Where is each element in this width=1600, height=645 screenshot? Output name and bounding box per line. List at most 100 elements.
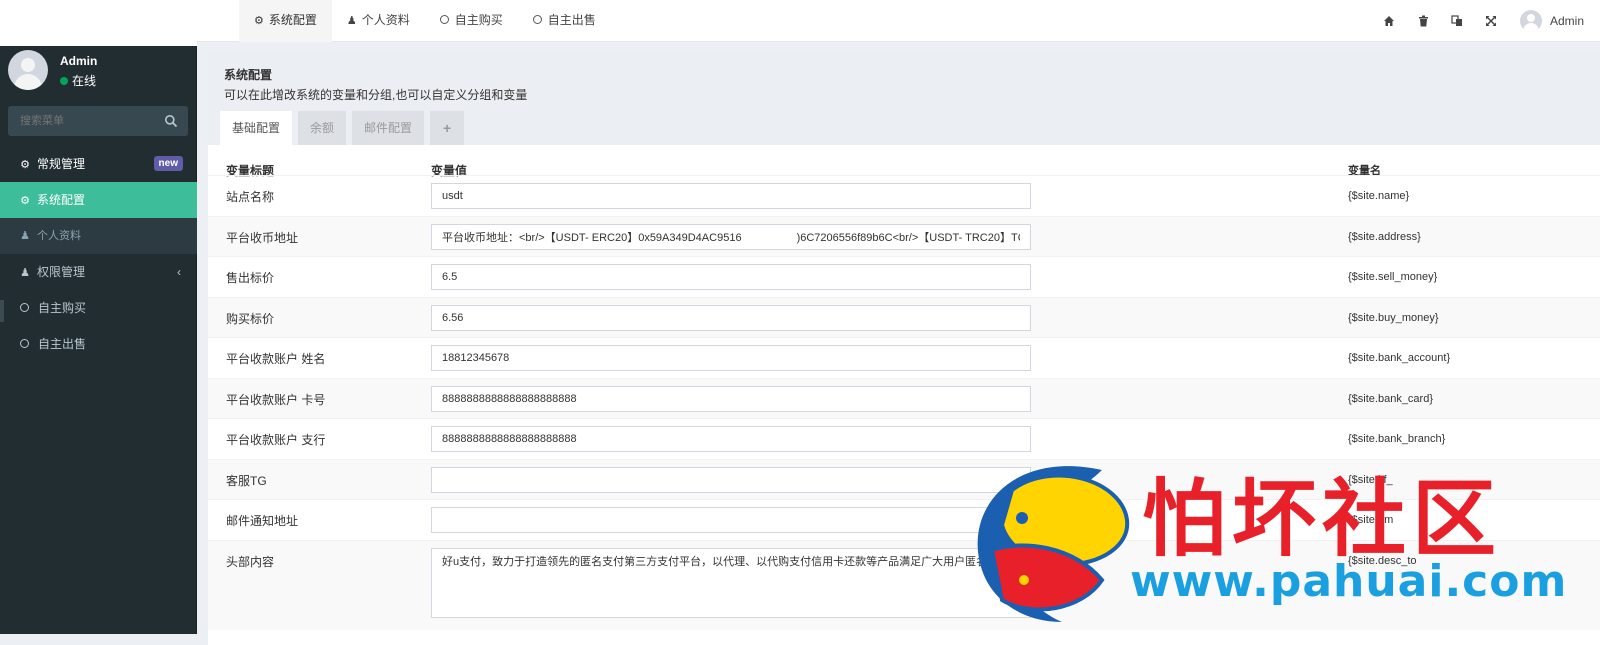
home-button[interactable] (1372, 0, 1406, 42)
row-title: 平台收币地址 (226, 230, 299, 245)
sidebar-item-label: 常规管理 (37, 157, 86, 171)
row-variable-name: {$site.name} (1348, 190, 1410, 202)
gear-icon: ⚙ (254, 15, 264, 27)
content-header: 系统配置 可以在此增改系统的变量和分组,也可以自定义分组和变量 (208, 52, 1600, 110)
navbar-user-name: Admin (1550, 14, 1585, 28)
config-table: 变量标题 变量值 变量名 站点名称 {$site.name} 平台收币地址 {$… (208, 145, 1600, 630)
tab-self-sell[interactable]: 自主出售 (518, 0, 611, 42)
page-description: 可以在此增改系统的变量和分组,也可以自定义分组和变量 (224, 88, 528, 102)
row-title: 邮件通知地址 (226, 514, 299, 528)
page-title: 系统配置 (224, 68, 273, 82)
row-title: 站点名称 (226, 190, 275, 204)
sidebar-menu: ⚙ 常规管理 new ⚙ 系统配置 ♟ 个人资料 ♟ 权限管理 ‹ 自主购买 自主出售 (0, 146, 197, 362)
expand-icon (1486, 16, 1496, 26)
trash-icon (1418, 15, 1428, 27)
tab-system-config[interactable]: ⚙ 系统配置 (239, 0, 332, 42)
sidebar-search-input[interactable] (8, 106, 158, 136)
row-title: 平台收款账户 支行 (226, 433, 326, 447)
circle-icon (532, 15, 542, 25)
table-row: 售出标价 {$site.sell_money} (208, 256, 1600, 297)
table-row: 邮件通知地址 {$site.em (208, 499, 1600, 540)
row-variable-name: {$site.bank_branch} (1348, 433, 1446, 445)
tab-balance[interactable]: 余额 (298, 111, 347, 145)
table-row: 平台收款账户 卡号 {$site.bank_card} (208, 377, 1600, 418)
sidebar-search (8, 106, 188, 136)
buy-price-input[interactable] (431, 304, 1031, 331)
user-icon: ♟ (346, 15, 357, 27)
row-title: 平台收款账户 卡号 (226, 392, 326, 407)
fullscreen-button[interactable] (1474, 0, 1508, 42)
tab-profile[interactable]: ♟ 个人资料 (332, 0, 425, 42)
user-avatar (8, 50, 48, 90)
email-notify-input[interactable] (431, 507, 1031, 533)
table-row: 平台收款账户 姓名 {$site.bank_account} (208, 337, 1600, 378)
avatar (1520, 10, 1542, 32)
user-status-text: 在线 (72, 74, 97, 88)
clear-cache-button[interactable] (1406, 0, 1440, 42)
online-dot-icon (60, 76, 68, 85)
row-title: 售出标价 (226, 271, 275, 285)
sidebar-item-profile[interactable]: ♟ 个人资料 (0, 218, 197, 254)
sidebar-item-label: 权限管理 (37, 265, 86, 279)
sidebar-item-system-config[interactable]: ⚙ 系统配置 (0, 182, 197, 218)
tab-label: 系统配置 (268, 13, 317, 27)
row-variable-name: {$site.sell_money} (1348, 271, 1438, 283)
table-row: 购买标价 {$site.buy_money} (208, 296, 1600, 337)
search-icon[interactable] (164, 114, 178, 128)
chevron-left-icon: ‹ (177, 265, 181, 279)
row-variable-name: {$site.em (1348, 514, 1394, 526)
sidebar-item-general[interactable]: ⚙ 常规管理 new (0, 146, 197, 182)
row-title: 头部内容 (226, 554, 275, 569)
language-icon (1451, 15, 1462, 26)
user-icon: ♟ (20, 230, 30, 242)
config-panel: 变量标题 变量值 变量名 站点名称 {$site.name} 平台收币地址 {$… (208, 145, 1600, 645)
users-icon: ♟ (20, 267, 30, 279)
header-content-textarea[interactable]: 好u支付，致力于打造领先的匿名支付第三方支付平台，以代理、以代购支付信用卡还款等… (431, 547, 1031, 618)
sidebar-item-self-sell[interactable]: 自主出售 (0, 326, 197, 362)
sidebar: Admin 在线 ⚙ 常规管理 new ⚙ 系统配置 ♟ 个人资料 ♟ 权限管理 ‹ 自… (0, 0, 197, 634)
sidebar-resize-handle[interactable] (0, 300, 4, 322)
sidebar-item-label: 系统配置 (37, 193, 86, 207)
table-header-row: 变量标题 变量值 变量名 (208, 145, 1600, 178)
site-name-input[interactable] (431, 183, 1031, 209)
tab-label: 自主出售 (547, 13, 596, 27)
translate-button[interactable] (1440, 0, 1474, 42)
add-group-button[interactable]: + (430, 111, 465, 145)
new-badge: new (153, 156, 183, 171)
row-variable-name: {$site.address} (1348, 230, 1421, 243)
sidebar-item-label: 自主出售 (38, 337, 87, 351)
sidebar-item-self-buy[interactable]: 自主购买 (0, 290, 197, 326)
bank-card-input[interactable] (431, 385, 1031, 412)
table-row: 客服TG {$site.kf_ (208, 458, 1600, 499)
sell-price-input[interactable] (431, 264, 1031, 290)
page-tabs: ⚙ 系统配置 ♟ 个人资料 自主购买 自主出售 (239, 0, 611, 42)
circle-icon (20, 303, 29, 313)
navbar-user-menu[interactable]: Admin (1508, 10, 1600, 32)
row-variable-name: {$site.desc_to (1348, 554, 1417, 567)
user-name: Admin (60, 54, 98, 68)
tab-basic-config[interactable]: 基础配置 (220, 111, 293, 145)
site-address-input[interactable] (431, 223, 1031, 250)
sidebar-item-permissions[interactable]: ♟ 权限管理 ‹ (0, 254, 197, 290)
home-icon (1384, 16, 1394, 26)
row-variable-name: {$site.kf_ (1348, 473, 1393, 486)
logo-area (0, 0, 197, 46)
tab-self-buy[interactable]: 自主购买 (425, 0, 518, 42)
main-content: 系统配置 可以在此增改系统的变量和分组,也可以自定义分组和变量 基础配置 余额 … (208, 52, 1600, 645)
row-variable-name: {$site.bank_card} (1348, 392, 1434, 405)
bank-account-input[interactable] (431, 345, 1031, 371)
tab-email-config[interactable]: 邮件配置 (352, 111, 425, 145)
circle-icon (20, 339, 29, 349)
tab-label: 自主购买 (454, 13, 503, 27)
table-row: 头部内容 好u支付，致力于打造领先的匿名支付第三方支付平台，以代理、以代购支付信… (208, 539, 1600, 630)
bank-branch-input[interactable] (431, 426, 1031, 452)
sidebar-item-label: 自主购买 (38, 301, 87, 315)
table-row: 平台收款账户 支行 {$site.bank_branch} (208, 418, 1600, 459)
row-variable-name: {$site.bank_account} (1348, 352, 1451, 364)
circle-icon (439, 15, 449, 25)
config-group-tabs: 基础配置 余额 邮件配置 + (220, 111, 470, 145)
support-tg-input[interactable] (431, 466, 1031, 493)
sidebar-item-label: 个人资料 (37, 230, 81, 242)
top-navbar: ⚙ 系统配置 ♟ 个人资料 自主购买 自主出售 Admin (197, 0, 1600, 42)
row-title: 客服TG (226, 473, 267, 488)
